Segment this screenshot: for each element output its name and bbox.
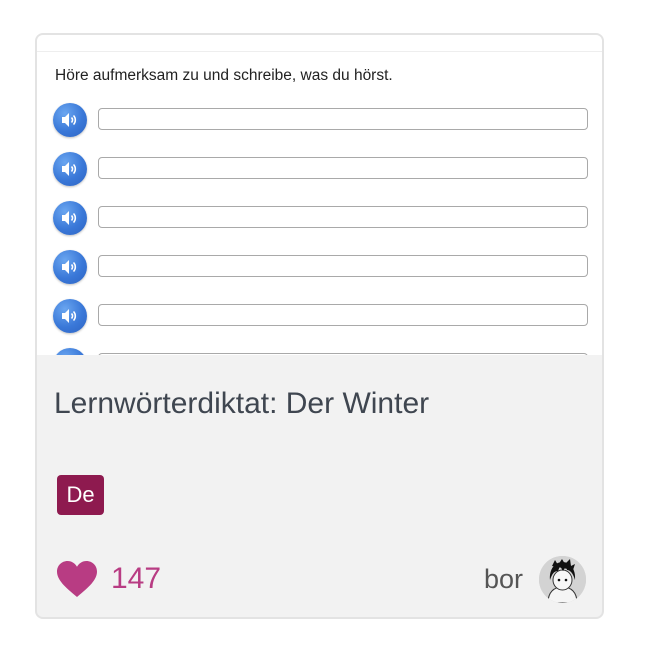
language-badge: De (57, 475, 104, 515)
like-button[interactable]: 147 (55, 557, 161, 601)
speaker-icon (62, 113, 77, 127)
play-audio-button[interactable] (53, 348, 87, 355)
heart-icon (57, 561, 97, 597)
play-audio-button[interactable] (53, 152, 87, 186)
play-audio-button[interactable] (53, 201, 87, 235)
speaker-icon (62, 211, 77, 225)
answer-input[interactable] (98, 206, 588, 228)
app-card[interactable]: Höre aufmerksam zu und schreibe, was du … (35, 33, 604, 619)
answer-input[interactable] (98, 353, 588, 355)
dictation-row (37, 103, 602, 139)
speaker-icon (62, 260, 77, 274)
preview-instruction: Höre aufmerksam zu und schreibe, was du … (55, 67, 393, 84)
dictation-row (37, 250, 602, 286)
app-title[interactable]: Lernwörterdiktat: Der Winter (54, 387, 429, 421)
avatar-icon (539, 555, 586, 603)
app-preview[interactable]: Höre aufmerksam zu und schreibe, was du … (37, 35, 602, 355)
dictation-row (37, 201, 602, 237)
play-audio-button[interactable] (53, 299, 87, 333)
dictation-row (37, 299, 602, 335)
answer-input[interactable] (98, 304, 588, 326)
play-audio-button[interactable] (53, 103, 87, 137)
answer-input[interactable] (98, 255, 588, 277)
play-audio-button[interactable] (53, 250, 87, 284)
avatar[interactable] (539, 555, 586, 603)
dictation-row (37, 348, 602, 355)
author-info[interactable]: bor (484, 555, 586, 603)
answer-input[interactable] (98, 157, 588, 179)
speaker-icon (62, 162, 77, 176)
like-count: 147 (111, 562, 162, 595)
preview-divider (37, 51, 602, 52)
speaker-icon (62, 309, 77, 323)
author-name[interactable]: bor (484, 564, 523, 595)
dictation-row (37, 152, 602, 188)
answer-input[interactable] (98, 108, 588, 130)
